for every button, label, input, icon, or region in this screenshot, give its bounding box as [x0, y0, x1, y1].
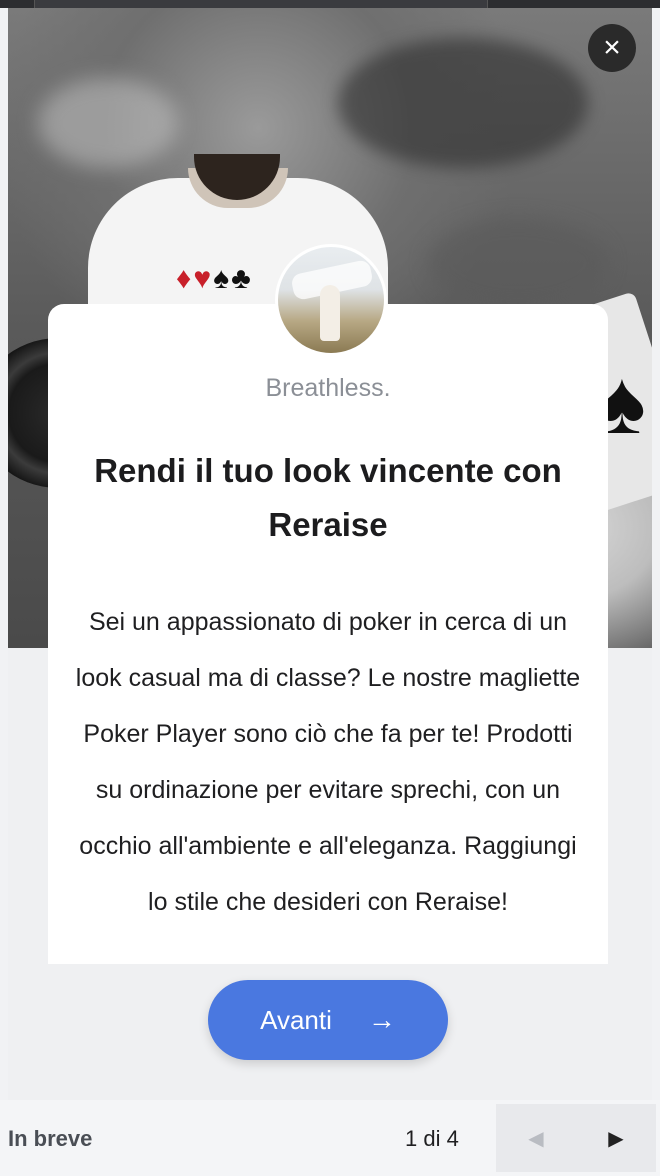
diamond-icon: ♦ [176, 262, 194, 295]
tab-strip [34, 0, 488, 8]
story-body: Sei un appassionato di poker in cerca di… [75, 608, 581, 916]
club-icon: ♣ [231, 262, 253, 295]
browser-top-bar [0, 0, 660, 8]
chevron-left-icon: ◀ [528, 1127, 544, 1150]
next-page-button[interactable]: ▶ [576, 1104, 656, 1172]
story-card: Breathless. Rendi il tuo look vincente c… [48, 304, 608, 964]
page-indicator: 1 di 4 [405, 1126, 459, 1151]
story-footer: In breve 1 di 4 ◀ ▶ [0, 1100, 660, 1176]
chevron-right-icon: ▶ [608, 1127, 624, 1150]
previous-button[interactable]: ◀ [496, 1104, 576, 1172]
section-label: In breve [8, 1126, 93, 1151]
brand-name[interactable]: Breathless. [48, 374, 608, 403]
brand-avatar[interactable] [275, 244, 387, 356]
close-icon: × [603, 31, 621, 64]
close-button[interactable]: × [588, 24, 636, 72]
card-suits-print: ♦♥♠♣ [176, 264, 253, 294]
next-button-label: Avanti [260, 1004, 332, 1035]
spade-icon: ♠ [213, 262, 232, 295]
story-headline: Rendi il tuo look vincente con Reraise [94, 452, 562, 543]
next-button[interactable]: Avanti → [208, 980, 448, 1060]
heart-icon: ♥ [193, 262, 214, 295]
arrow-right-icon: → [367, 1004, 396, 1035]
